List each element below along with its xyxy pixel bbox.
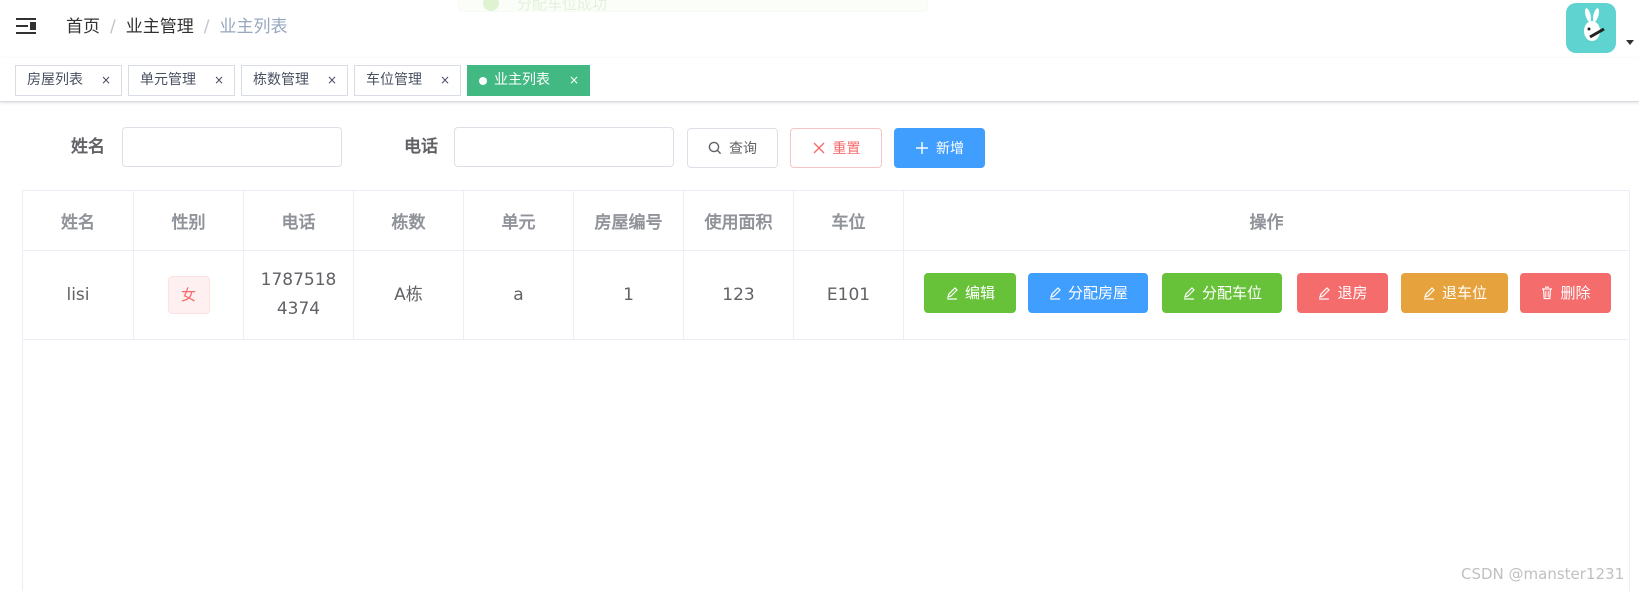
tag-unit-management[interactable]: 单元管理 × [128,65,235,96]
cell-unit: a [464,251,574,339]
edit-icon [946,287,958,300]
cell-parking: E101 [794,251,904,339]
column-header-actions: 操作 [1249,213,1284,233]
edit-icon [1183,287,1195,300]
success-toast: 分配车位成功 [458,0,928,13]
column-header-unit: 单元 [464,191,574,250]
sidebar-toggle-icon[interactable] [16,17,38,37]
column-header-sex: 性别 [134,191,244,250]
edit-button[interactable]: 编辑 [924,273,1016,313]
column-header-name: 姓名 [23,191,134,250]
tag-label: 栋数管理 [253,72,309,88]
tag-label: 业主列表 [494,72,550,88]
watermark: CSDN @manster1231 [1461,565,1625,583]
query-button[interactable]: 查询 [687,128,778,168]
phone-label: 电话 [404,137,438,157]
close-icon[interactable]: × [101,66,111,95]
navbar: 首页 / 业主管理 / 业主列表 分配车位成功 [0,0,1639,58]
assign-house-button[interactable]: 分配房屋 [1028,273,1148,313]
breadcrumb-owner-management[interactable]: 业主管理 [126,17,194,37]
column-header-area: 使用面积 [684,191,794,250]
active-dot-icon [479,77,487,85]
cell-sex: 女 [134,251,244,339]
avatar[interactable] [1566,3,1616,53]
reset-button[interactable]: 重置 [790,128,882,168]
cell-area: 123 [684,251,794,339]
edit-icon [1049,287,1061,300]
table-row: lisi 女 17875184374 A栋 a 1 123 E101 编辑 分配… [23,251,1629,340]
cell-actions: 编辑 分配房屋 分配车位 退房 退车位 删除 [904,251,1629,339]
column-header-house-no: 房屋编号 [574,191,684,250]
search-icon [708,141,722,155]
phone-input[interactable] [454,127,674,167]
tag-label: 单元管理 [140,72,196,88]
tag-house-list[interactable]: 房屋列表 × [15,65,122,96]
delete-button[interactable]: 删除 [1520,273,1611,313]
reset-label: 重置 [832,141,861,157]
checkout-house-label: 退房 [1337,283,1368,302]
assign-parking-label: 分配车位 [1201,283,1262,302]
close-icon[interactable]: × [569,66,579,95]
edit-icon [1319,287,1331,300]
tag-building-management[interactable]: 栋数管理 × [241,65,348,96]
assign-parking-button[interactable]: 分配车位 [1162,273,1282,313]
breadcrumb-home[interactable]: 首页 [66,17,100,37]
owner-table: 姓名 性别 电话 栋数 单元 房屋编号 使用面积 车位 操作 lisi 女 17… [22,190,1630,591]
cell-building: A栋 [354,251,464,339]
cell-phone: 17875184374 [244,251,354,339]
breadcrumb-owner-list: 业主列表 [219,17,288,37]
tags-view: 房屋列表 × 单元管理 × 栋数管理 × 车位管理 × 业主列表 × [0,58,1639,102]
sex-tag: 女 [167,276,210,314]
cell-house-no: 1 [574,251,684,339]
checkout-house-button[interactable]: 退房 [1297,273,1388,313]
caret-down-icon[interactable] [1626,40,1634,45]
check-circle-icon [483,0,499,11]
cell-name: lisi [23,251,134,339]
release-parking-button[interactable]: 退车位 [1401,273,1508,313]
query-label: 查询 [729,141,757,157]
tag-parking-management[interactable]: 车位管理 × [354,65,461,96]
table-header: 姓名 性别 电话 栋数 单元 房屋编号 使用面积 车位 操作 [23,191,1629,251]
assign-house-label: 分配房屋 [1067,283,1128,302]
column-header-phone: 电话 [244,191,354,250]
tag-owner-list[interactable]: 业主列表 × [467,65,590,96]
release-parking-label: 退车位 [1441,283,1487,302]
name-input[interactable] [122,127,342,167]
add-label: 新增 [936,141,964,157]
close-icon [813,142,824,154]
name-label: 姓名 [71,137,105,157]
phone-text: 17875184374 [260,270,337,319]
delete-label: 删除 [1560,283,1591,302]
trash-icon [1542,286,1553,300]
tag-label: 车位管理 [366,72,422,88]
breadcrumb-separator: / [110,17,116,37]
close-icon[interactable]: × [327,66,337,95]
breadcrumb: 首页 / 业主管理 / 业主列表 [66,14,287,40]
edit-icon [1423,287,1435,300]
plus-icon [916,142,928,154]
tag-label: 房屋列表 [27,72,83,88]
column-header-parking: 车位 [794,191,904,250]
close-icon[interactable]: × [214,66,224,95]
add-button[interactable]: 新增 [894,128,985,168]
close-icon[interactable]: × [440,66,450,95]
toast-message: 分配车位成功 [517,0,608,13]
column-header-building: 栋数 [354,191,464,250]
edit-label: 编辑 [964,283,995,302]
breadcrumb-separator: / [203,17,210,37]
